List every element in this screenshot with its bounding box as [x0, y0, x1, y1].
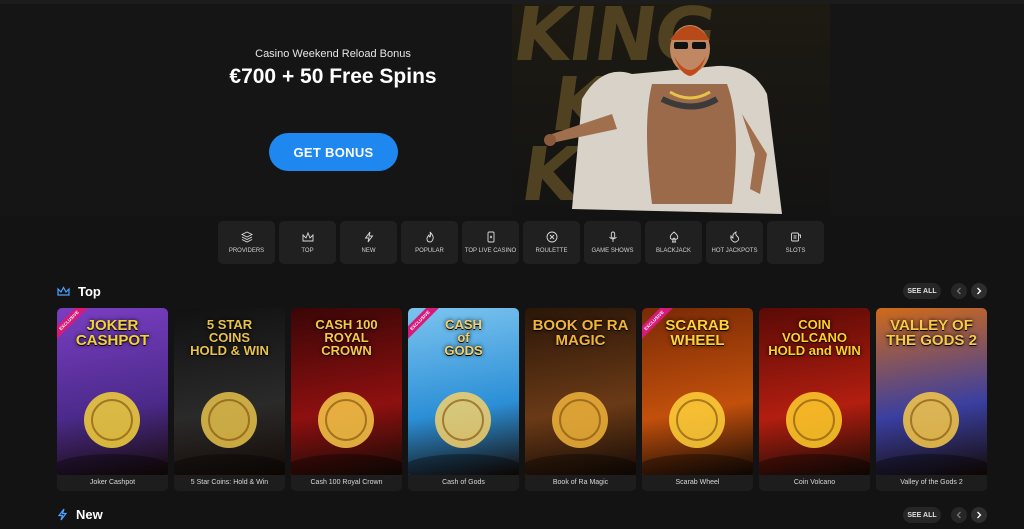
game-art-illustration [408, 392, 519, 475]
next-arrow-button[interactable] [971, 507, 987, 523]
category-popular[interactable]: POPULAR [401, 221, 458, 264]
prev-arrow-button[interactable] [951, 507, 967, 523]
category-label: ROULETTE [535, 248, 568, 254]
category-top[interactable]: TOP [279, 221, 336, 264]
roulette-icon [546, 231, 557, 243]
game-art-illustration [876, 392, 987, 475]
game-thumbnail: BOOK OF RA MAGIC [525, 308, 636, 475]
game-thumbnail: 5 STAR COINS HOLD & WIN [174, 308, 285, 475]
crown-icon [57, 286, 70, 296]
game-card[interactable]: 5 STAR COINS HOLD & WIN 5 Star Coins: Hol… [174, 308, 285, 491]
category-providers[interactable]: PROVIDERS [218, 221, 275, 264]
prev-arrow-button[interactable] [951, 283, 967, 299]
see-all-new-button[interactable]: SEE ALL [903, 507, 941, 523]
chevron-left-icon [956, 287, 961, 295]
slot-icon [790, 232, 801, 242]
category-nav: PROVIDERS TOP NEW POPULAR TOP LIVE CASINO ROU… [218, 221, 824, 265]
game-thumbnail: JOKER CASHPOT EXCLUSIVE [57, 308, 168, 475]
promo-subtitle: Casino Weekend Reload Bonus [255, 48, 411, 60]
next-arrow-button[interactable] [971, 283, 987, 299]
section-title-new: New [76, 507, 103, 522]
lightning-icon [364, 231, 373, 243]
game-art-illustration [525, 392, 636, 475]
games-carousel-top: JOKER CASHPOT EXCLUSIVE Joker Cashpot 5 STA… [57, 308, 987, 491]
game-name: Scarab Wheel [642, 475, 753, 491]
category-slots[interactable]: SLOTS [767, 221, 824, 264]
category-new[interactable]: NEW [340, 221, 397, 264]
category-label: HOT JACKPOTS [711, 248, 758, 254]
game-card[interactable]: CASH 100 ROYAL CROWN Cash 100 Royal Crown [291, 308, 402, 491]
game-name: Coin Volcano [759, 475, 870, 491]
game-art-illustration [57, 392, 168, 475]
category-label: GAME SHOWS [591, 248, 634, 254]
hero-man-illustration [544, 25, 782, 214]
category-label: BLACKJACK [655, 248, 691, 254]
game-card[interactable]: JOKER CASHPOT EXCLUSIVE Joker Cashpot [57, 308, 168, 491]
chevron-left-icon [956, 511, 961, 519]
game-art-illustration [759, 392, 870, 475]
see-all-top-button[interactable]: SEE ALL [903, 283, 941, 299]
category-label: TOP LIVE CASINO [464, 248, 517, 254]
game-art-illustration [642, 392, 753, 475]
category-game-shows[interactable]: GAME SHOWS [584, 221, 641, 264]
category-label: PROVIDERS [228, 248, 265, 254]
get-bonus-button[interactable]: GET BONUS [269, 133, 398, 171]
category-blackjack[interactable]: BLACKJACK [645, 221, 702, 264]
game-name: Cash 100 Royal Crown [291, 475, 402, 491]
game-thumbnail: CASH 100 ROYAL CROWN [291, 308, 402, 475]
category-roulette[interactable]: ROULETTE [523, 221, 580, 264]
game-card[interactable]: VALLEY OF THE GODS 2 Valley of the Gods 2 [876, 308, 987, 491]
game-card[interactable]: BOOK OF RA MAGIC Book of Ra Magic [525, 308, 636, 491]
game-thumbnail: CASH of GODS EXCLUSIVE [408, 308, 519, 475]
category-label: POPULAR [415, 248, 444, 254]
category-label: TOP [301, 248, 314, 254]
game-card[interactable]: SCARAB WHEEL EXCLUSIVE Scarab Wheel [642, 308, 753, 491]
game-thumbnail: VALLEY OF THE GODS 2 [876, 308, 987, 475]
game-art-illustration [174, 392, 285, 475]
section-header-new: New [57, 507, 103, 522]
category-label: NEW [361, 248, 376, 254]
game-card[interactable]: COIN VOLCANO HOLD and WIN Coin Volcano [759, 308, 870, 491]
section-header-top: Top [57, 284, 101, 299]
layers-icon [240, 231, 253, 243]
category-top-live-casino[interactable]: TOP LIVE CASINO [462, 221, 519, 264]
crown-icon [302, 231, 313, 242]
game-name: Book of Ra Magic [525, 475, 636, 491]
game-thumbnail: COIN VOLCANO HOLD and WIN [759, 308, 870, 475]
fire-icon [729, 231, 739, 243]
game-name: Valley of the Gods 2 [876, 475, 987, 491]
category-hot-jackpots[interactable]: HOT JACKPOTS [706, 221, 763, 264]
spade-icon [669, 231, 678, 243]
game-name: Joker Cashpot [57, 475, 168, 491]
flame-icon [426, 231, 434, 243]
category-label: SLOTS [785, 248, 806, 254]
chevron-right-icon [977, 287, 982, 295]
game-card[interactable]: CASH of GODS EXCLUSIVE Cash of Gods [408, 308, 519, 491]
hero-character-art: KING KING KING [512, 4, 830, 216]
card-icon [487, 231, 494, 243]
microphone-icon [608, 231, 617, 242]
game-name: 5 Star Coins: Hold & Win [174, 475, 285, 491]
game-name: Cash of Gods [408, 475, 519, 491]
game-art-illustration [291, 392, 402, 475]
chevron-right-icon [977, 511, 982, 519]
section-title-top: Top [78, 284, 101, 299]
game-thumbnail: SCARAB WHEEL EXCLUSIVE [642, 308, 753, 475]
lightning-icon [57, 508, 68, 521]
promo-title: €700 + 50 Free Spins [229, 65, 437, 88]
